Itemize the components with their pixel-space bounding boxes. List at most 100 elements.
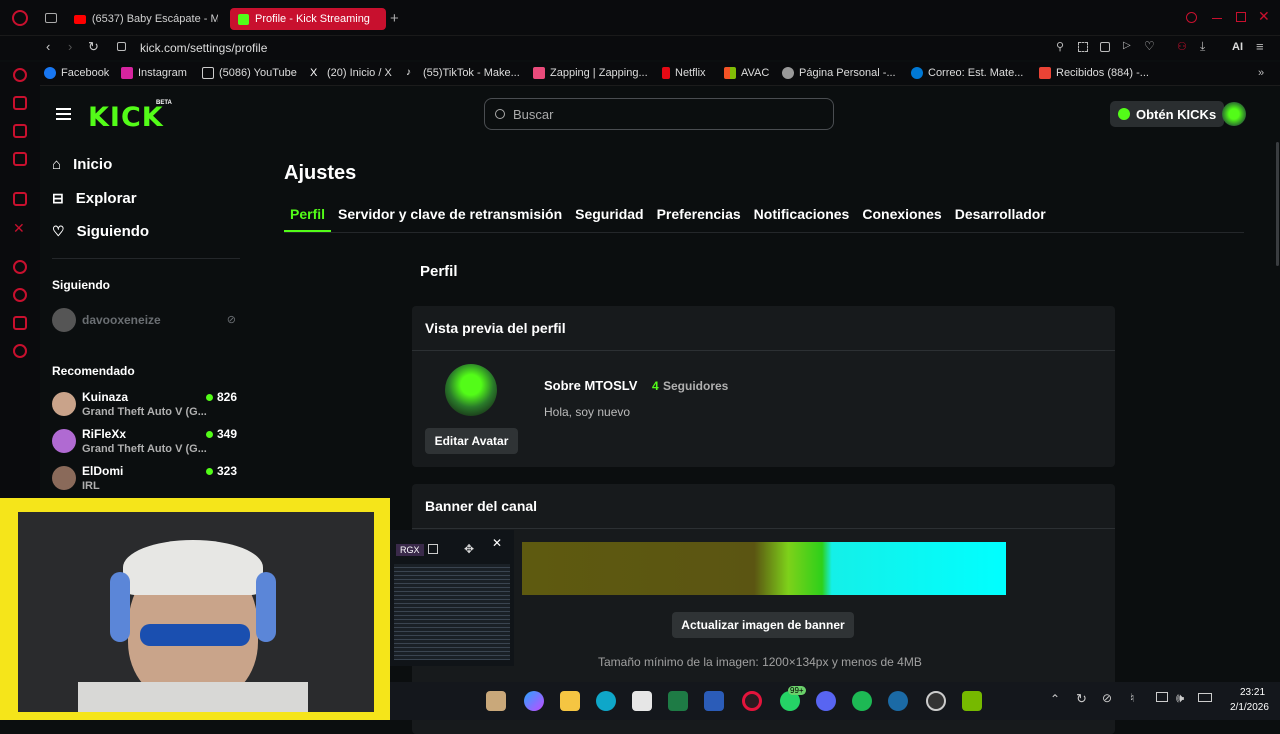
bookmark-x[interactable]: X (20) Inicio / X — [310, 67, 392, 79]
battery-icon[interactable] — [1198, 693, 1212, 702]
network-icon[interactable] — [1156, 692, 1168, 702]
bookmark-tiktok[interactable]: ♪ (55)TikTok - Make... — [406, 67, 520, 79]
bookmark-instagram[interactable]: Instagram — [121, 67, 187, 79]
about-title: Sobre MTOSLV — [544, 378, 638, 393]
notification-badge: 99+ — [788, 686, 806, 695]
forward-icon[interactable]: › — [68, 39, 72, 54]
channel-avatar — [52, 308, 76, 332]
bookmark-personal[interactable]: Página Personal -... — [782, 67, 896, 79]
clock-date[interactable]: 2/1/2026 — [1230, 702, 1269, 713]
sidebar-ai-icon[interactable] — [13, 68, 27, 82]
recommended-item[interactable]: Kuinaza Grand Theft Auto V (G... 826 — [52, 390, 237, 424]
live-dot-icon — [205, 467, 213, 475]
bookmark-netflix[interactable]: Netflix — [662, 67, 706, 79]
tab-list-icon[interactable] — [45, 13, 57, 23]
edge-icon[interactable] — [596, 691, 616, 711]
file-explorer-icon[interactable] — [560, 691, 580, 711]
nav-home[interactable]: ⌂ Inicio — [52, 156, 112, 173]
kick-logo[interactable]: KICK — [88, 102, 164, 133]
store-icon[interactable] — [632, 691, 652, 711]
search-tabs-icon[interactable] — [1186, 12, 1197, 23]
excel-icon[interactable] — [668, 691, 688, 711]
bookmark-zapping[interactable]: Zapping | Zapping... — [533, 67, 648, 79]
clock-time[interactable]: 23:21 — [1240, 687, 1265, 698]
close-overlay-icon[interactable]: ✕ — [492, 536, 502, 550]
hamburger-menu-icon[interactable] — [56, 108, 71, 120]
bookmark-youtube[interactable]: (5086) YouTube — [202, 67, 297, 79]
live-dot-icon — [205, 430, 213, 438]
opera-taskbar-icon[interactable] — [742, 691, 762, 711]
download-icon[interactable]: ⤓ — [1200, 39, 1205, 54]
heart-icon[interactable]: ♡ — [1144, 39, 1155, 53]
search-input[interactable]: Buscar — [484, 98, 834, 130]
sidebar-settings-icon[interactable] — [13, 344, 27, 358]
menu-icon[interactable]: ≡ — [1256, 39, 1264, 54]
sidebar-wallet-icon[interactable] — [13, 124, 27, 138]
rgx-label[interactable]: RGX — [396, 544, 424, 556]
play-icon[interactable]: ▷ — [1123, 40, 1131, 51]
copilot-icon[interactable] — [524, 691, 544, 711]
steam-icon[interactable] — [888, 691, 908, 711]
opera-logo-icon[interactable] — [12, 10, 28, 26]
spotify-icon[interactable] — [852, 691, 872, 711]
user-avatar[interactable] — [1222, 102, 1246, 126]
sidebar-history-icon[interactable] — [13, 288, 27, 302]
bookmark-gmail[interactable]: Recibidos (884) -... — [1039, 67, 1149, 79]
edit-avatar-button[interactable]: Editar Avatar — [425, 428, 518, 454]
get-kicks-button[interactable]: Obtén KICKs — [1110, 101, 1225, 127]
discord-icon[interactable] — [816, 691, 836, 711]
sidebar-messenger-icon[interactable] — [13, 152, 27, 166]
back-icon[interactable]: ‹ — [46, 39, 50, 54]
sidebar-player-icon[interactable] — [13, 260, 27, 274]
recommended-item[interactable]: RiFleXx Grand Theft Auto V (G... 349 — [52, 427, 237, 461]
tab-perfil[interactable]: Perfil — [284, 204, 332, 232]
shield-icon[interactable] — [1100, 42, 1110, 52]
sidebar-extensions-icon[interactable] — [13, 316, 27, 330]
tray-chevron-icon[interactable]: ⌃ — [1050, 692, 1060, 706]
close-window-button[interactable]: ✕ — [1258, 8, 1270, 25]
update-banner-button[interactable]: Actualizar imagen de banner — [672, 612, 854, 638]
tab-notificaciones[interactable]: Notificaciones — [748, 204, 856, 232]
account-icon[interactable]: ⚇ — [1177, 40, 1187, 53]
nvidia-icon[interactable] — [962, 691, 982, 711]
snapshot-icon[interactable] — [1078, 42, 1088, 52]
sidebar-twitch-icon[interactable] — [13, 192, 27, 206]
tab-conexiones[interactable]: Conexiones — [856, 204, 947, 232]
mic-icon[interactable]: ♮ — [1130, 691, 1134, 705]
tab-servidor[interactable]: Servidor y clave de retransmisión — [332, 204, 568, 232]
profile-preview-card: Vista previa del perfil Sobre MTOSLV 4 S… — [412, 306, 1115, 467]
recommended-item[interactable]: ElDomi IRL 323 — [52, 464, 237, 498]
maximize-button[interactable] — [1236, 12, 1246, 22]
new-tab-button[interactable]: + — [390, 10, 399, 27]
copy-icon[interactable] — [428, 544, 438, 554]
pin-icon[interactable]: ⚲ — [1056, 40, 1064, 53]
reload-icon[interactable]: ↻ — [88, 39, 99, 55]
bookmark-facebook[interactable]: Facebook — [44, 67, 109, 79]
bookmark-avac[interactable]: AVAC — [724, 67, 769, 79]
tab-kick[interactable]: Profile - Kick Streaming — [230, 8, 386, 30]
following-channel[interactable]: davooxeneize ⊘ — [52, 308, 238, 332]
ai-button[interactable]: AI — [1232, 41, 1243, 53]
sidebar-x-icon[interactable]: ✕ — [13, 220, 27, 236]
sunglasses — [140, 624, 250, 646]
bookmark-correo[interactable]: Correo: Est. Mate... — [911, 67, 1023, 79]
url-text[interactable]: kick.com/settings/profile — [140, 41, 267, 55]
page-scrollbar[interactable] — [1276, 142, 1279, 266]
minimize-button[interactable] — [1212, 18, 1222, 19]
move-icon[interactable]: ✥ — [464, 542, 474, 556]
widgets-icon[interactable] — [486, 691, 506, 711]
word-icon[interactable] — [704, 691, 724, 711]
sidebar-shop-icon[interactable] — [13, 96, 27, 110]
tab-seguridad[interactable]: Seguridad — [569, 204, 649, 232]
tab-preferencias[interactable]: Preferencias — [651, 204, 747, 232]
volume-icon[interactable]: 🕪 — [1176, 690, 1184, 706]
tab-desarrollador[interactable]: Desarrollador — [949, 204, 1052, 232]
sync-icon[interactable]: ↻ — [1076, 691, 1087, 707]
nav-explore[interactable]: ⊟ Explorar — [52, 190, 137, 207]
nav-following[interactable]: ♡ Siguiendo — [52, 223, 149, 240]
capture-thumbnail: RGX ✥ ✕ — [390, 530, 514, 666]
more-bookmarks-icon[interactable]: » — [1258, 67, 1264, 79]
tab-youtube[interactable]: (6537) Baby Escápate - M — [66, 8, 226, 30]
obs-icon[interactable] — [926, 691, 946, 711]
mic-muted-icon[interactable]: ⊘ — [1102, 691, 1112, 705]
